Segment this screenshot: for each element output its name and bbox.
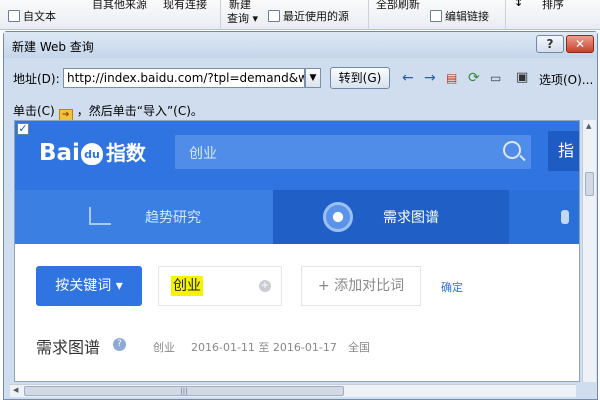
from-text-button[interactable]: 自文本 [8,8,56,24]
baidu-paw-logo: du [80,143,103,165]
keyword-value: 创业 [171,276,203,296]
tab-label: 趋势研究 [145,210,201,226]
confirm-link[interactable]: 确定 [441,279,463,295]
tab-label: 需求图谱 [383,210,439,226]
edit-links-icon [430,10,442,22]
keyword-button[interactable]: 按关键词 ▾ [36,266,142,306]
web-view: ✓ Bai du 指数 创业 指 趋势研究 需求图谱 按关键词 ▾ 创业 + +… [14,120,580,382]
page-icon[interactable]: ▭ [490,70,501,86]
new-query-button[interactable]: 查询 ▾ [227,10,258,26]
sort-az-icon[interactable]: ↕ [514,0,523,9]
text-file-icon [8,10,20,22]
search-input[interactable]: 创业 [175,135,531,169]
vertical-scrollbar[interactable]: ▲ [582,120,596,382]
meta-keyword: 创业 [153,341,175,354]
other-sources-button[interactable]: 自其他来源 [92,0,147,12]
chevron-down-icon: ▾ [249,12,259,25]
baidu-index-logo[interactable]: Bai du 指数 [39,137,146,166]
meta-dates: 2016-01-11 至 2016-01-17 [191,341,337,354]
refresh-all-button[interactable]: 全部刷新 [376,0,420,12]
recent-sources-icon [268,10,280,22]
address-bar: 地址(D): http://index.baidu.com/?tpl=deman… [4,66,597,90]
add-compare-button[interactable]: + 添加对比词 [301,266,421,306]
stop-icon[interactable]: ▤ [446,70,457,86]
refresh-icon[interactable]: ⟳ [468,70,480,86]
tab-more[interactable] [509,190,579,244]
instruction-text: 单击(C) ➔ ，然后单击“导入”(C)。 [13,104,203,122]
sort-button[interactable]: 排序 [542,0,564,12]
scroll-left-icon[interactable]: ◀ [13,386,18,394]
save-icon[interactable]: ▣ [516,70,528,86]
help-circle-icon[interactable]: ? [113,338,126,351]
tab-trend-research[interactable]: 趋势研究 [15,190,273,244]
address-input[interactable]: http://index.baidu.com/?tpl=demand&word=… [63,68,305,88]
baidu-nav: 趋势研究 需求图谱 [15,190,579,244]
options-button[interactable]: 选项(O)... [539,71,593,88]
baidu-header: Bai du 指数 创业 指 [15,121,579,190]
table-select-checkbox[interactable]: ✓ [17,123,29,135]
scrollbar-thumb[interactable] [585,172,594,196]
address-label: 地址(D): [13,72,60,86]
search-icon[interactable] [503,141,521,159]
tab-demand-graph[interactable]: 需求图谱 [273,190,509,244]
back-arrow-icon[interactable]: ← [402,70,414,86]
add-keyword-icon[interactable]: + [259,280,271,292]
dialog-title: 新建 Web 查询 [12,40,94,54]
section-title: 需求图谱 [36,338,101,357]
horizontal-scrollbar[interactable]: ◀ ||| [10,384,576,397]
help-button[interactable]: ? [536,35,564,53]
ribbon-divider [368,0,369,30]
recent-sources-button[interactable]: 最近使用的源 [268,8,349,24]
dialog-titlebar: 新建 Web 查询 ? ✕ [4,32,597,58]
goto-button[interactable]: 转到(G) [330,67,390,89]
existing-connections-button[interactable]: 现有连接 [163,0,207,12]
index-side-button[interactable]: 指 [548,131,579,171]
ribbon-divider [505,0,506,30]
chevron-down-icon: ▼ [309,73,317,83]
edit-links-button[interactable]: 编辑链接 [430,8,489,24]
keyword-input[interactable]: 创业 + [158,266,282,306]
excel-ribbon: 自文本 自其他来源 现有连接 新建 查询 ▾ 最近使用的源 全部刷新 编辑链接 … [0,0,600,30]
more-tab-icon [561,210,569,224]
scroll-up-icon[interactable]: ▲ [586,122,591,130]
scrollbar-thumb[interactable]: ||| [24,386,344,396]
meta-region: 全国 [348,341,370,354]
ribbon-divider [220,0,221,30]
new-web-query-dialog: 新建 Web 查询 ? ✕ 地址(D): http://index.baidu.… [3,31,598,400]
address-dropdown-button[interactable]: ▼ [305,68,321,88]
search-text: 创业 [189,146,217,162]
close-button[interactable]: ✕ [566,35,594,53]
trend-chart-icon [89,207,111,225]
demand-graph-icon [323,202,353,232]
forward-arrow-icon[interactable]: → [424,70,436,86]
